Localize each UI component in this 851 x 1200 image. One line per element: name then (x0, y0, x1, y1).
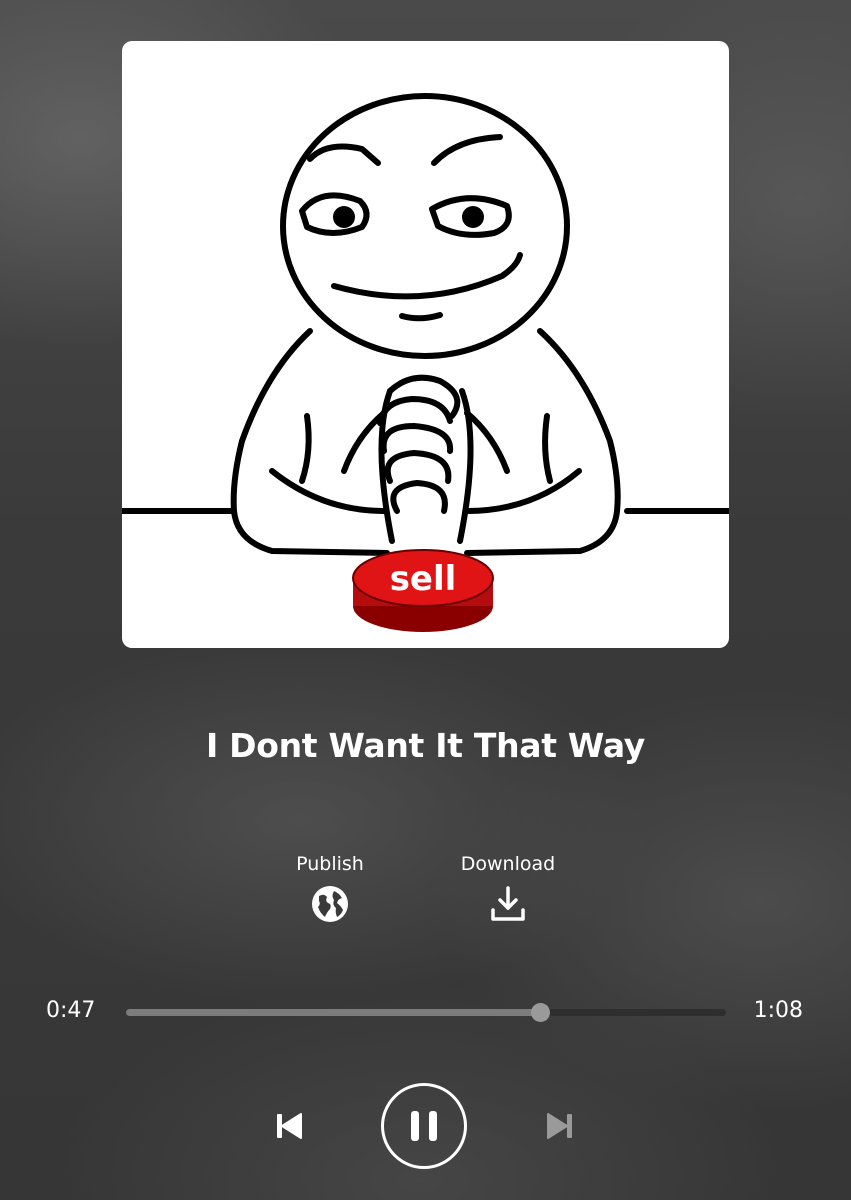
skip-previous-icon (277, 1113, 302, 1139)
smirking-meme-face-icon: sell (122, 93, 729, 632)
sell-button-text: sell (390, 559, 457, 599)
previous-button[interactable] (274, 1110, 304, 1142)
publish-label: Publish (296, 853, 364, 875)
download-label: Download (460, 853, 556, 875)
next-button[interactable] (545, 1110, 575, 1142)
pause-icon (411, 1111, 437, 1141)
track-title: I Dont Want It That Way (205, 726, 645, 765)
publish-button[interactable]: Publish (250, 850, 410, 928)
progress-fill (126, 1009, 540, 1016)
globe-icon (310, 884, 350, 924)
skip-next-icon (547, 1113, 572, 1139)
pause-button[interactable] (381, 1083, 467, 1169)
download-icon (488, 884, 528, 924)
progress-bar[interactable] (126, 1003, 726, 1022)
album-artwork: sell (122, 41, 729, 648)
progress-thumb[interactable] (531, 1003, 550, 1022)
download-button[interactable]: Download (428, 850, 588, 928)
total-time: 1:08 (753, 998, 803, 1023)
elapsed-time: 0:47 (46, 998, 96, 1023)
